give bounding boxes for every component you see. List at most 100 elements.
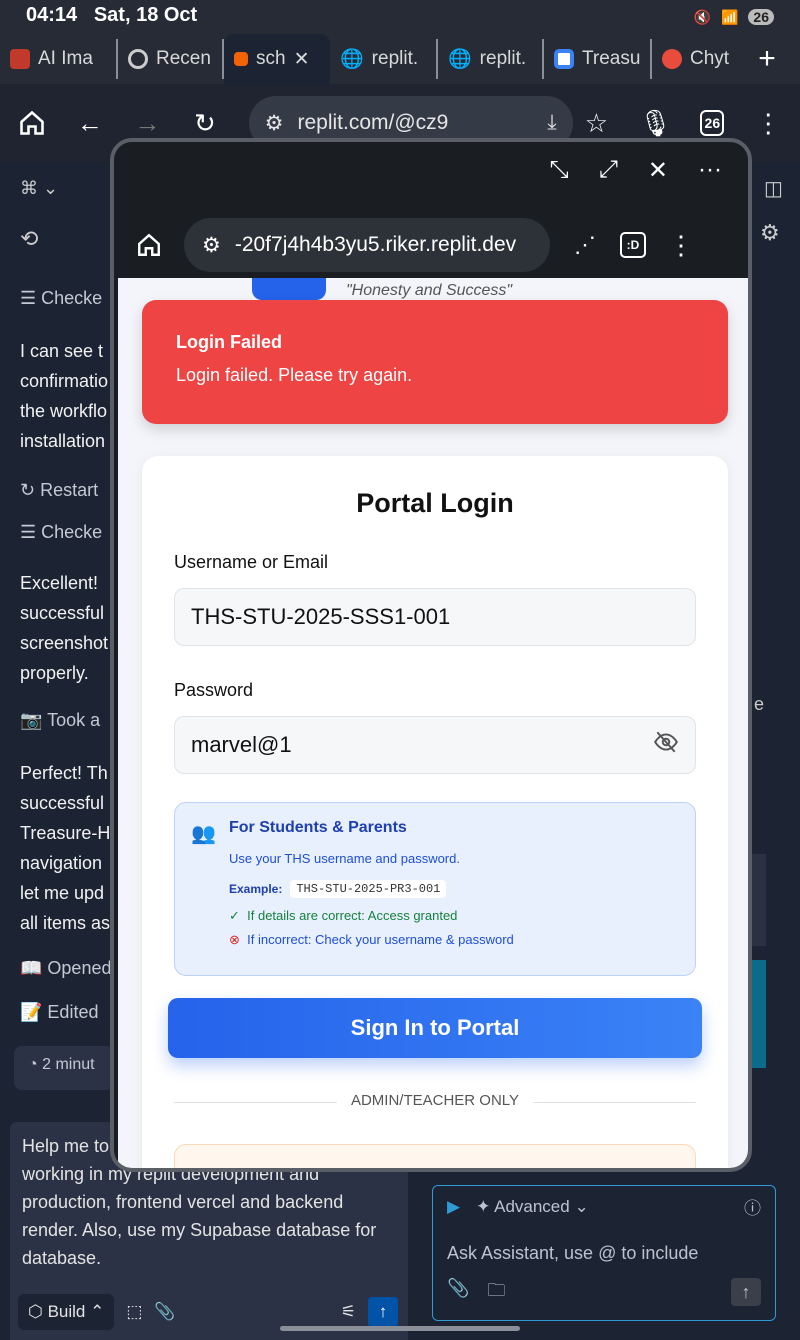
password-input[interactable]: marvel@1 — [174, 716, 696, 774]
tab-favicon-icon — [554, 49, 574, 69]
log-action: 📝 Edited — [20, 1002, 99, 1022]
gesture-bar — [280, 1326, 520, 1331]
log-action: ☰ Checke — [20, 288, 103, 308]
filter-icon[interactable]: ⚟ — [341, 1298, 356, 1326]
login-card: Portal Login Username or Email THS-STU-2… — [142, 456, 728, 1168]
assistant-input[interactable]: Ask Assistant, use @ to include — [447, 1243, 761, 1264]
tab-label: sch — [256, 48, 286, 69]
more-icon[interactable]: ··· — [698, 156, 722, 196]
time-chip: ◔ 2 minut — [14, 1046, 114, 1090]
popup-window-controls: ⤡ ⤢ ✕ ··· — [114, 142, 748, 210]
log-text: all items as — [20, 913, 111, 933]
log-text: the workflo — [20, 401, 108, 421]
folder-icon[interactable]: 🗀 — [487, 1278, 505, 1308]
home-icon[interactable] — [134, 230, 164, 260]
log-text: successful — [20, 793, 105, 813]
tab-label: AI Ima — [38, 48, 93, 69]
replit-favicon-icon — [234, 52, 248, 66]
divider-label: ADMIN/TEACHER ONLY — [336, 1092, 534, 1109]
microphone-icon[interactable]: 🎙 — [639, 108, 672, 138]
status-time: 04:14 — [26, 4, 78, 26]
tab-label: replit. — [479, 48, 527, 69]
battery-indicator: 26 — [748, 9, 774, 25]
close-tab-icon[interactable]: ✕ — [294, 48, 310, 71]
reload-icon[interactable]: ↻ — [191, 108, 219, 138]
new-tab-icon[interactable]: + — [752, 42, 782, 75]
forward-icon[interactable]: → — [134, 108, 162, 138]
example-row: Example: THS-STU-2025-PR3-001 — [229, 880, 677, 898]
toggle-visibility-icon[interactable] — [653, 729, 679, 761]
site-settings-icon[interactable]: ⚙ — [202, 233, 221, 258]
status-date: Sat, 18 Oct — [93, 4, 198, 26]
log-text: properly. — [20, 663, 89, 683]
tab-favicon-icon — [10, 49, 30, 69]
popup-url-bar[interactable]: ⚙ -20f7j4h4b3yu5.riker.replit.dev — [184, 218, 550, 272]
log-text: successful — [20, 603, 105, 623]
example-value: THS-STU-2025-PR3-001 — [290, 880, 447, 898]
settings-gear-icon[interactable]: ⚙ — [760, 220, 780, 246]
username-input[interactable]: THS-STU-2025-SSS1-001 — [174, 588, 696, 646]
correct-note: ✓ If details are correct: Access granted — [229, 908, 458, 923]
select-icon[interactable]: ⬚ — [126, 1298, 142, 1326]
info-icon[interactable]: ⓘ — [744, 1194, 761, 1219]
tab-5[interactable]: Treasu — [544, 39, 652, 79]
alert-title: Login Failed — [176, 332, 282, 352]
tab-label: Recen — [156, 48, 211, 69]
tab-count-button[interactable]: 26 — [700, 110, 725, 136]
url-text: replit.com/@cz9 — [297, 111, 449, 134]
tab-0[interactable]: AI Ima — [0, 39, 118, 79]
log-action: 📖 Opened — [20, 958, 112, 978]
menu-icon[interactable]: ⋮ — [666, 230, 696, 260]
login-page: "Honesty and Success" Login Failed Login… — [118, 278, 748, 1168]
popup-window: ⤡ ⤢ ✕ ··· ⚙ -20f7j4h4b3yu5.riker.replit.… — [110, 138, 752, 1172]
install-icon[interactable]: ⤓ — [547, 111, 556, 135]
check-circle-icon: ✓ — [229, 908, 240, 923]
tab-1[interactable]: Recen — [118, 39, 224, 79]
assistant-mode-select[interactable]: ✦ Advanced ⌄ — [476, 1197, 589, 1217]
build-button[interactable]: ⬡ Build ⌃ — [18, 1294, 115, 1330]
tab-active[interactable]: sch ✕ — [224, 34, 330, 84]
school-logo — [252, 278, 326, 300]
share-icon[interactable]: ⋰ — [570, 230, 600, 260]
tab-label: replit. — [371, 48, 419, 69]
site-settings-icon[interactable]: ⚙ — [265, 111, 284, 136]
assistant-send-button[interactable]: ↑ — [731, 1278, 761, 1306]
students-info-box: 👥 For Students & Parents Use your THS us… — [174, 802, 696, 976]
popup-url-text: -20f7j4h4b3yu5.riker.replit.dev — [234, 233, 517, 256]
log-text: installation — [20, 431, 106, 451]
send-button[interactable]: ↑ — [368, 1297, 398, 1327]
sign-in-button[interactable]: Sign In to Portal — [168, 998, 702, 1058]
tab-label: Chyt — [690, 48, 730, 69]
bookmark-star-icon[interactable]: ☆ — [583, 108, 611, 138]
login-error-alert: Login Failed Login failed. Please try ag… — [142, 300, 728, 424]
expand-icon[interactable]: ⤢ — [599, 156, 618, 196]
assistant-panel[interactable]: ▶ ✦ Advanced ⌄ ⓘ Ask Assistant, use @ to… — [432, 1185, 776, 1321]
menu-icon[interactable]: ⋮ — [754, 108, 782, 138]
mute-icon: 🔇 — [693, 8, 711, 25]
minimize-icon[interactable]: ⤡ — [550, 156, 569, 196]
school-motto: "Honesty and Success" — [346, 282, 513, 299]
attach-icon[interactable]: 📎 — [154, 1298, 175, 1326]
back-icon[interactable]: ← — [76, 108, 104, 138]
tab-favicon-icon — [128, 49, 148, 69]
history-icon[interactable]: ⟲ — [20, 226, 38, 252]
staff-info-box — [174, 1144, 696, 1168]
incorrect-note: ⊗ If incorrect: Check your username & pa… — [229, 932, 514, 947]
log-text: screenshot — [20, 633, 109, 653]
password-value: marvel@1 — [191, 732, 292, 757]
right-panel-text: e — [754, 694, 765, 714]
split-view-icon[interactable]: ◫ — [764, 176, 783, 201]
close-icon[interactable]: ✕ — [648, 156, 668, 196]
home-icon[interactable] — [18, 108, 46, 138]
password-label: Password — [174, 680, 254, 700]
tab-strip: AI Ima Recen sch ✕ 🌐 replit. 🌐 replit. Trea… — [0, 34, 800, 84]
replit-logo-icon[interactable]: ⌘ ⌄ — [20, 178, 58, 199]
right-panel-preview — [752, 960, 766, 1068]
tab-4[interactable]: 🌐 replit. — [438, 39, 544, 79]
tab-favicon-icon — [662, 49, 682, 69]
log-text: confirmatio — [20, 371, 109, 391]
tab-6[interactable]: Chyt — [652, 39, 738, 79]
attach-icon[interactable]: 📎 — [447, 1278, 469, 1308]
tab-switch-icon[interactable]: :D — [620, 232, 646, 258]
tab-3[interactable]: 🌐 replit. — [330, 39, 438, 79]
